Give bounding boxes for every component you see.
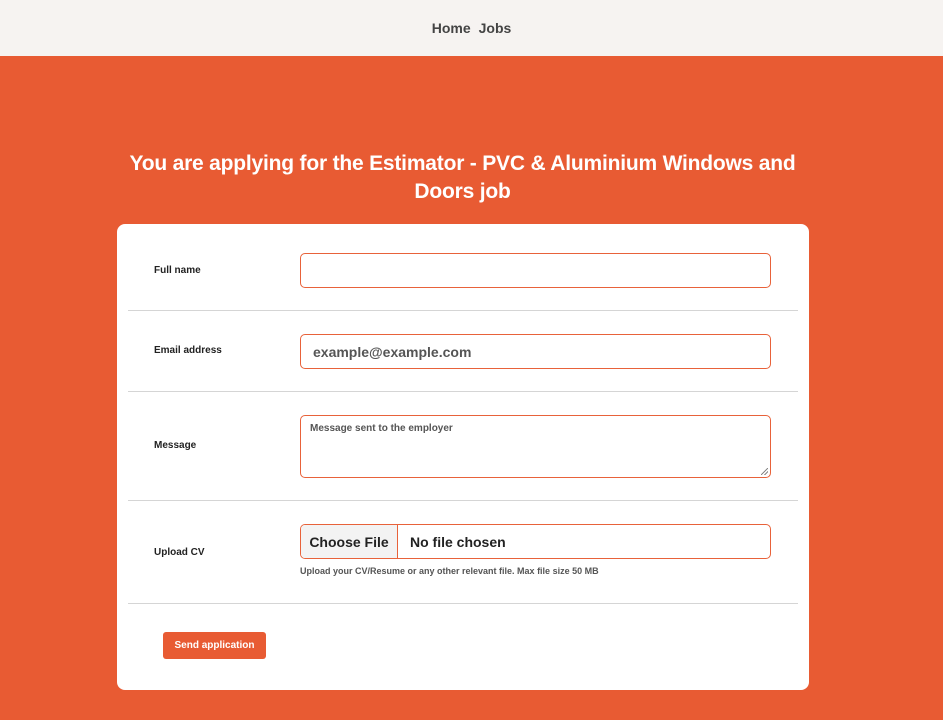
application-form: Full name Email address example@example.… (117, 224, 809, 690)
full-name-input[interactable] (300, 253, 771, 288)
top-nav: Home Jobs (0, 0, 943, 56)
upload-cv-label: Upload CV (154, 547, 205, 558)
email-input[interactable]: example@example.com (300, 334, 771, 369)
nav-jobs-link[interactable]: Jobs (479, 20, 512, 36)
form-row-full-name: Full name (128, 242, 798, 311)
message-placeholder: Message sent to the employer (310, 423, 453, 434)
email-placeholder: example@example.com (313, 344, 472, 360)
full-name-label: Full name (154, 265, 201, 276)
form-row-message: Message Message sent to the employer (128, 392, 798, 501)
file-status-text: No file chosen (410, 533, 506, 550)
resize-handle-icon[interactable] (761, 468, 768, 475)
nav-home-link[interactable]: Home (432, 20, 471, 36)
form-row-email: Email address example@example.com (128, 311, 798, 392)
form-row-upload-cv: Upload CV Choose File No file chosen Upl… (128, 501, 798, 604)
message-textarea[interactable]: Message sent to the employer (300, 415, 771, 478)
upload-hint: Upload your CV/Resume or any other relev… (300, 566, 599, 576)
email-label: Email address (154, 345, 222, 356)
cv-file-input[interactable]: Choose File No file chosen (300, 524, 771, 559)
send-application-button[interactable]: Send application (163, 632, 266, 659)
choose-file-button[interactable]: Choose File (301, 525, 398, 558)
message-label: Message (154, 440, 197, 451)
page-title: You are applying for the Estimator - PVC… (129, 152, 796, 203)
main-area: You are applying for the Estimator - PVC… (0, 56, 943, 720)
